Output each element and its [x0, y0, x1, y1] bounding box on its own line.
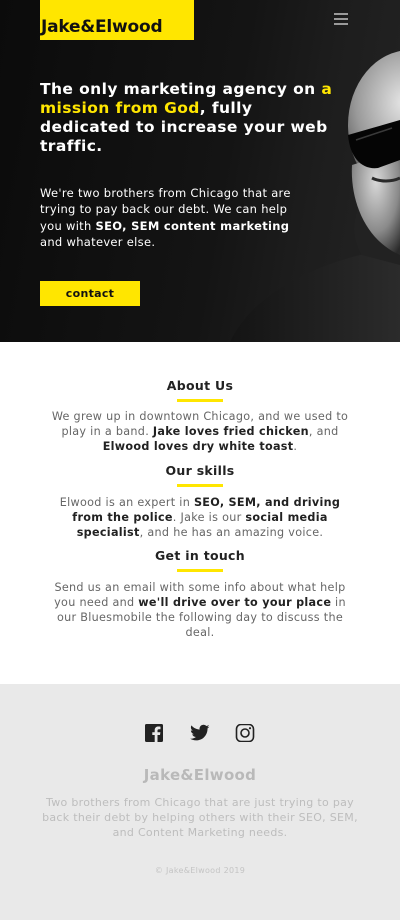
- contact-heading: Get in touch: [155, 548, 245, 563]
- about-text-part: .: [293, 440, 298, 453]
- social-links: [0, 724, 400, 742]
- contact-bold: we'll drive over to your place: [138, 596, 332, 609]
- instagram-icon[interactable]: [235, 724, 255, 742]
- about-underline: [177, 399, 223, 402]
- skills-text-part: Elwood is an expert in: [59, 496, 194, 509]
- facebook-icon[interactable]: [144, 724, 164, 742]
- hero-section: Jake&Elwood The only marketing agency on…: [0, 0, 400, 342]
- about-text: We grew up in downtown Chicago, and we u…: [44, 409, 356, 454]
- footer-logo[interactable]: Jake&Elwood: [0, 766, 400, 784]
- hero-subtitle: We're two brothers from Chicago that are…: [40, 185, 300, 250]
- skills-text-part: . Jake is our: [172, 511, 246, 524]
- twitter-icon[interactable]: [190, 724, 210, 742]
- copyright: © Jake&Elwood 2019: [154, 866, 246, 875]
- contact-underline: [177, 569, 223, 572]
- about-heading: About Us: [166, 378, 234, 393]
- skills-underline: [177, 484, 223, 487]
- contact-button[interactable]: contact: [40, 281, 140, 306]
- hamburger-menu-icon[interactable]: [334, 13, 348, 25]
- about-bold: Elwood loves dry white toast: [102, 440, 294, 453]
- brand-logo[interactable]: Jake&Elwood: [40, 0, 194, 40]
- skills-heading: Our skills: [165, 463, 235, 478]
- skills-text-part: , and he has an amazing voice.: [139, 526, 324, 539]
- hero-title: The only marketing agency on a mission f…: [40, 80, 340, 156]
- about-bold: Jake loves fried chicken: [152, 425, 309, 438]
- footer-description: Two brothers from Chicago that are just …: [42, 796, 358, 839]
- hero-title-text: The only marketing agency on: [40, 80, 322, 98]
- about-text-part: , and: [308, 425, 339, 438]
- hero-sub-text-end: and whatever else.: [40, 234, 156, 249]
- content-section: About Us We grew up in downtown Chicago,…: [0, 342, 400, 684]
- contact-text: Send us an email with some info about wh…: [44, 580, 356, 640]
- hero-sub-bold: SEO, SEM content marketing: [95, 218, 290, 233]
- footer: Jake&Elwood Two brothers from Chicago th…: [0, 684, 400, 920]
- skills-text: Elwood is an expert in SEO, SEM, and dri…: [44, 495, 356, 540]
